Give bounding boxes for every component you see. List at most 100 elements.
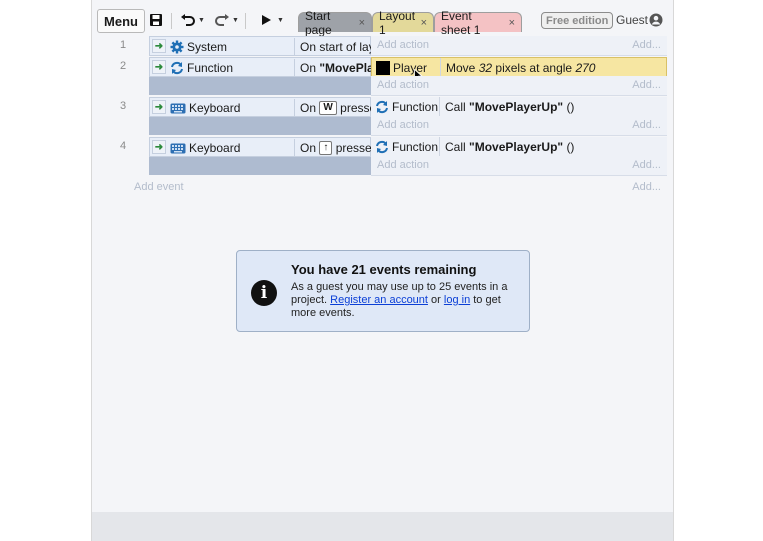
function-icon bbox=[375, 100, 389, 114]
condition-object-name: Keyboard bbox=[189, 141, 241, 155]
chevron-down-icon[interactable]: ▼ bbox=[277, 17, 284, 24]
add-more-link[interactable]: Add... bbox=[632, 79, 661, 91]
action-text[interactable]: Call "MovePlayerUp" () bbox=[439, 137, 574, 156]
add-action-link[interactable]: Add action bbox=[377, 119, 429, 131]
tab-label: Layout 1 bbox=[379, 8, 416, 37]
action-area[interactable]: Add action Add... bbox=[371, 36, 667, 56]
add-event-link[interactable]: Add event bbox=[134, 181, 184, 193]
add-action-link[interactable]: Add action bbox=[377, 79, 429, 91]
action-area[interactable]: Player Move 32 pixels at angle 270 Add a… bbox=[371, 57, 667, 96]
add-action-link[interactable]: Add action bbox=[377, 159, 429, 171]
redo-icon[interactable]: ▼ bbox=[214, 11, 239, 29]
close-icon[interactable]: × bbox=[359, 17, 365, 29]
condition-text[interactable]: On ↑ pressed bbox=[294, 139, 378, 157]
condition-object[interactable]: Keyboard bbox=[170, 140, 297, 156]
save-icon[interactable] bbox=[149, 11, 163, 29]
trigger-arrow-icon: ➜ bbox=[152, 100, 166, 114]
close-icon[interactable]: × bbox=[421, 17, 427, 29]
condition-object-name: Keyboard bbox=[189, 101, 241, 115]
action-row[interactable]: Function Call "MovePlayerUp" () bbox=[371, 137, 667, 157]
add-event-row[interactable]: Add event Add... bbox=[92, 177, 673, 197]
condition-text-label: On bbox=[300, 141, 317, 155]
register-link[interactable]: Register an account bbox=[330, 294, 428, 306]
menu-button[interactable]: Menu bbox=[97, 9, 145, 33]
app-window: Menu ▼ ▼ ▼ Start page × Layout 1 × Event… bbox=[91, 0, 674, 541]
action-object-name: Function bbox=[392, 99, 439, 114]
undo-icon[interactable]: ▼ bbox=[180, 11, 205, 29]
chevron-down-icon[interactable]: ▼ bbox=[198, 17, 205, 24]
action-text-part: () bbox=[566, 139, 575, 154]
condition-text[interactable]: On start of layout bbox=[294, 38, 391, 56]
action-area[interactable]: Function Call "MovePlayerUp" () Add acti… bbox=[371, 137, 667, 176]
action-object[interactable]: Function bbox=[375, 137, 438, 156]
condition-row[interactable]: ➜ Keyboard On ↑ pressed bbox=[149, 137, 378, 157]
event-row[interactable]: 4 ➜ Keyboard On ↑ pressed Function Call … bbox=[92, 136, 673, 176]
user-label[interactable]: Guest bbox=[616, 13, 648, 27]
tab-label: Event sheet 1 bbox=[441, 8, 481, 37]
action-text[interactable]: Move 32 pixels at angle 270 bbox=[440, 58, 595, 77]
condition-block[interactable]: ➜ Keyboard On W pressed bbox=[149, 97, 383, 135]
condition-row[interactable]: ➜ Keyboard On W pressed bbox=[149, 97, 383, 117]
tab-label: Start page bbox=[305, 8, 332, 37]
toolbar: Menu ▼ ▼ ▼ Start page × Layout 1 × Event… bbox=[92, 5, 673, 37]
event-row[interactable]: 2 ➜ Function On "MovePlayerUp" Player Mo… bbox=[92, 56, 673, 96]
event-number: 1 bbox=[120, 39, 127, 51]
function-name: "MovePlayerUp" bbox=[469, 99, 564, 114]
notice-body: As a guest you may use up to 25 events i… bbox=[291, 281, 523, 320]
tab-start-page[interactable]: Start page × bbox=[298, 9, 372, 37]
add-action-row[interactable]: Add action Add... bbox=[371, 116, 667, 136]
toolbar-divider bbox=[171, 13, 172, 29]
action-param: 270 bbox=[575, 60, 596, 75]
condition-object[interactable]: Keyboard bbox=[170, 100, 297, 116]
action-text-part: Call bbox=[445, 99, 466, 114]
login-link[interactable]: log in bbox=[444, 294, 470, 306]
notice-text: project. bbox=[291, 294, 331, 306]
condition-block[interactable]: ➜ Keyboard On ↑ pressed bbox=[149, 137, 378, 175]
tab-layout-1[interactable]: Layout 1 × bbox=[372, 9, 434, 37]
condition-object[interactable]: Function bbox=[170, 60, 297, 76]
user-icon[interactable] bbox=[649, 13, 663, 32]
action-text-part: Move bbox=[446, 60, 476, 75]
event-row[interactable]: 1 ➜ System On start of layout Add action… bbox=[92, 35, 673, 57]
add-action-row[interactable]: Add action Add... bbox=[371, 156, 667, 176]
condition-object-name: System bbox=[187, 40, 228, 54]
action-object-name: Function bbox=[392, 139, 439, 154]
add-more-link[interactable]: Add... bbox=[632, 39, 661, 51]
add-more-link[interactable]: Add... bbox=[632, 119, 661, 131]
add-action-link[interactable]: Add action bbox=[377, 39, 429, 51]
gear-icon bbox=[170, 40, 184, 54]
condition-text[interactable]: On "MovePlayerUp" bbox=[294, 59, 413, 77]
add-more-link[interactable]: Add... bbox=[632, 159, 661, 171]
action-row[interactable]: Player Move 32 pixels at angle 270 bbox=[371, 57, 667, 82]
add-action-row[interactable]: Add action Add... bbox=[371, 76, 667, 96]
bottom-bar bbox=[92, 512, 673, 541]
toolbar-divider bbox=[245, 13, 246, 29]
notice-text: more events. bbox=[291, 307, 355, 319]
condition-text[interactable]: On W pressed bbox=[294, 99, 383, 117]
action-object[interactable]: Function bbox=[375, 97, 438, 116]
edition-badge[interactable]: Free edition bbox=[541, 12, 614, 29]
condition-block[interactable]: ➜ Function On "MovePlayerUp" bbox=[149, 57, 413, 95]
condition-row[interactable]: ➜ Function On "MovePlayerUp" bbox=[149, 57, 413, 77]
condition-block[interactable]: ➜ System On start of layout bbox=[149, 36, 391, 56]
play-icon[interactable]: ▼ bbox=[260, 11, 284, 29]
close-icon[interactable]: × bbox=[509, 17, 515, 29]
condition-row[interactable]: ➜ System On start of layout bbox=[149, 36, 391, 56]
tab-event-sheet-1[interactable]: Event sheet 1 × bbox=[434, 9, 522, 37]
notice-text: As a guest you may use up to 25 events i… bbox=[291, 281, 508, 293]
add-event-more-link[interactable]: Add... bbox=[632, 181, 661, 193]
add-action-row[interactable]: Add action Add... bbox=[371, 36, 667, 56]
action-row[interactable]: Function Call "MovePlayerUp" () bbox=[371, 97, 667, 117]
event-row[interactable]: 3 ➜ Keyboard On W pressed Function Call … bbox=[92, 96, 673, 136]
condition-object[interactable]: System bbox=[170, 39, 297, 55]
player-sprite-icon bbox=[376, 60, 390, 75]
events-remaining-notice: i You have 21 events remaining As a gues… bbox=[236, 250, 530, 332]
chevron-down-icon[interactable]: ▼ bbox=[232, 17, 239, 24]
trigger-arrow-icon: ➜ bbox=[152, 140, 166, 154]
action-area[interactable]: Function Call "MovePlayerUp" () Add acti… bbox=[371, 97, 667, 136]
condition-object-name: Function bbox=[187, 61, 234, 75]
function-icon bbox=[375, 140, 389, 154]
key-badge: ↑ bbox=[319, 141, 333, 155]
trigger-arrow-icon: ➜ bbox=[152, 39, 166, 53]
action-text[interactable]: Call "MovePlayerUp" () bbox=[439, 97, 574, 116]
